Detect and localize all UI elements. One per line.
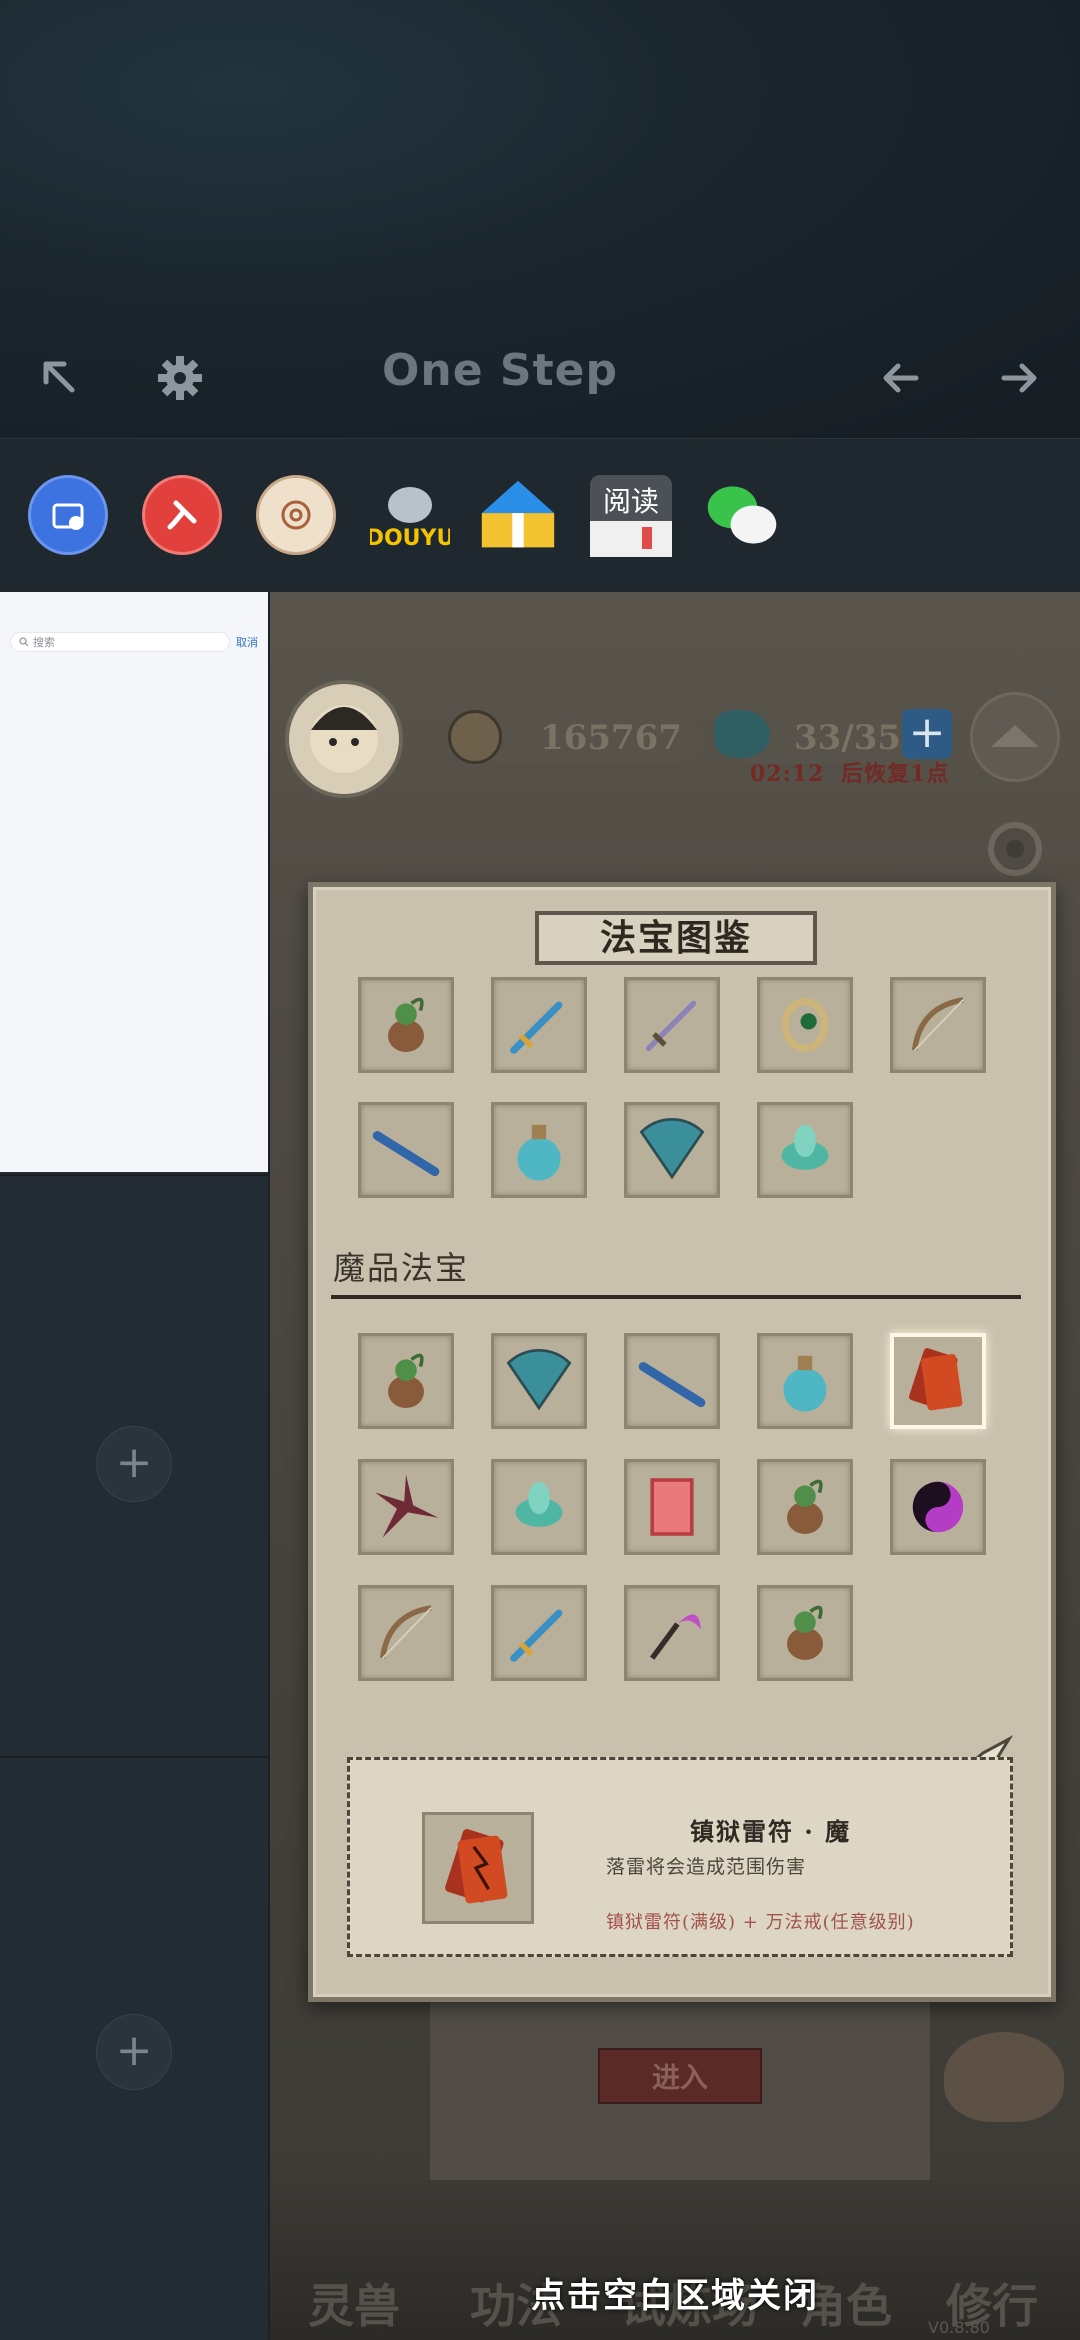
arrow-right-icon[interactable] <box>992 350 1048 406</box>
talisman-icon <box>650 1478 694 1536</box>
detail-item-name: 镇狱雷符 · 魔 <box>690 1817 852 1846</box>
potion-icon <box>783 1355 827 1412</box>
detail-item-recipe: 镇狱雷符(满级) + 万法戒(任意级别) <box>606 1912 915 1933</box>
blade-icon <box>645 1000 697 1052</box>
sword-icon <box>510 1001 563 1054</box>
detail-item-icon <box>422 1812 534 1924</box>
gourd-icon <box>787 1479 823 1534</box>
normal-item-cell[interactable] <box>491 1102 587 1198</box>
thunder-talisman-icon <box>908 1348 963 1411</box>
enter-button[interactable]: 进入 <box>598 2048 762 2104</box>
energy-gem-icon <box>714 710 770 758</box>
dialog-title: 法宝图鉴 <box>535 911 817 965</box>
normal-item-cell[interactable] <box>757 1102 853 1198</box>
sword-icon <box>510 1609 563 1662</box>
search-placeholder: 搜索 <box>33 636 55 649</box>
demon-item-cell[interactable] <box>491 1459 587 1555</box>
demon-item-cell[interactable] <box>890 1333 986 1429</box>
maps-app-icon[interactable] <box>478 475 558 555</box>
svg-text:阅读: 阅读 <box>603 485 659 518</box>
timer-suffix: 后恢复1点 <box>841 761 950 787</box>
gourd-icon <box>388 1353 424 1408</box>
normal-item-cell[interactable] <box>624 1102 720 1198</box>
empty-slot: + <box>0 1756 268 2340</box>
add-energy-button[interactable]: + <box>902 709 952 759</box>
demon-item-cell[interactable] <box>624 1333 720 1429</box>
search-input[interactable]: 搜索 <box>10 632 230 652</box>
bow-icon <box>911 997 964 1051</box>
screen: One Step DOUYU 阅读 搜索 取消 + + 165767 33/35… <box>0 0 1080 2340</box>
app-strip: DOUYU 阅读 <box>0 438 1080 592</box>
flute-icon <box>372 1131 440 1177</box>
add-icon[interactable]: + <box>96 1426 172 1502</box>
file-manager-app-icon[interactable] <box>28 475 108 555</box>
demon-item-cell[interactable] <box>624 1459 720 1555</box>
treasure-encyclopedia-dialog: 法宝图鉴 魔品法宝 镇狱雷符 · 魔 落雷将会造成范围伤害 镇狱雷符(满级) +… <box>308 882 1056 2002</box>
shuriken-icon <box>375 1474 439 1538</box>
close-hint[interactable]: 点击空白区域关闭 <box>270 2268 1080 2317</box>
demon-item-cell[interactable] <box>757 1585 853 1681</box>
at-app-icon[interactable] <box>256 475 336 555</box>
cancel-button[interactable]: 取消 <box>236 634 258 650</box>
version-label: V0.8.80 <box>928 2318 990 2337</box>
lotus-icon <box>515 1481 563 1527</box>
fan-icon <box>639 1118 705 1180</box>
demon-item-cell[interactable] <box>624 1585 720 1681</box>
settings-gear-icon[interactable] <box>970 804 1060 894</box>
wechat-app-icon[interactable] <box>702 475 782 555</box>
demon-item-cell[interactable] <box>890 1459 986 1555</box>
taiji-icon <box>912 1481 964 1533</box>
flute-icon <box>638 1362 706 1408</box>
search-icon <box>19 637 29 647</box>
douyu-app-icon[interactable]: DOUYU <box>370 475 450 555</box>
normal-item-cell[interactable] <box>890 977 986 1073</box>
item-detail-panel: 镇狱雷符 · 魔 落雷将会造成范围伤害 镇狱雷符(满级) + 万法戒(任意级别) <box>347 1757 1013 1957</box>
pin-app-icon[interactable] <box>142 475 222 555</box>
arrow-left-icon[interactable] <box>872 350 928 406</box>
demon-item-cell[interactable] <box>358 1459 454 1555</box>
normal-item-cell[interactable] <box>358 977 454 1073</box>
lotus-icon <box>781 1124 829 1170</box>
sickle-icon <box>650 1614 701 1660</box>
gourd-icon <box>388 997 424 1052</box>
gourd-icon <box>787 1605 823 1660</box>
top-header: One Step <box>0 0 1080 438</box>
demon-item-cell[interactable] <box>491 1333 587 1429</box>
app-title: One Step <box>382 345 618 396</box>
reader-app-icon[interactable]: 阅读 <box>590 475 672 557</box>
cauldron-icon[interactable] <box>944 2032 1064 2122</box>
demon-item-cell[interactable] <box>757 1459 853 1555</box>
coin-icon <box>448 710 502 764</box>
potion-icon <box>517 1124 561 1181</box>
gear-icon[interactable] <box>152 350 208 406</box>
normal-item-cell[interactable] <box>757 977 853 1073</box>
normal-item-cell[interactable] <box>491 977 587 1073</box>
svg-text:DOUYU: DOUYU <box>370 526 450 551</box>
energy-timer: 02:12 后恢复1点 <box>750 756 949 788</box>
player-avatar[interactable] <box>285 680 403 798</box>
demon-section-title: 魔品法宝 <box>333 1249 470 1287</box>
fan-icon <box>506 1349 572 1411</box>
ring-icon <box>781 998 829 1052</box>
coin-value: 165767 <box>540 718 682 758</box>
normal-item-cell[interactable] <box>624 977 720 1073</box>
demon-item-cell[interactable] <box>757 1333 853 1429</box>
demon-item-cell[interactable] <box>358 1333 454 1429</box>
collapse-up-button[interactable] <box>970 692 1060 782</box>
demon-item-cell[interactable] <box>358 1585 454 1681</box>
add-icon[interactable]: + <box>96 2014 172 2090</box>
normal-item-cell[interactable] <box>358 1102 454 1198</box>
timer-value: 02:12 <box>750 761 825 787</box>
side-panel: 搜索 取消 + + <box>0 592 268 2340</box>
bow-icon <box>379 1605 432 1659</box>
detail-item-description: 落雷将会造成范围伤害 <box>606 1856 807 1878</box>
empty-slot: + <box>0 1174 268 1754</box>
section-divider <box>331 1295 1021 1299</box>
search-card: 搜索 取消 <box>0 592 268 1172</box>
demon-item-cell[interactable] <box>491 1585 587 1681</box>
energy-value: 33/35 <box>794 718 902 758</box>
arrow-up-left-icon[interactable] <box>32 350 88 406</box>
